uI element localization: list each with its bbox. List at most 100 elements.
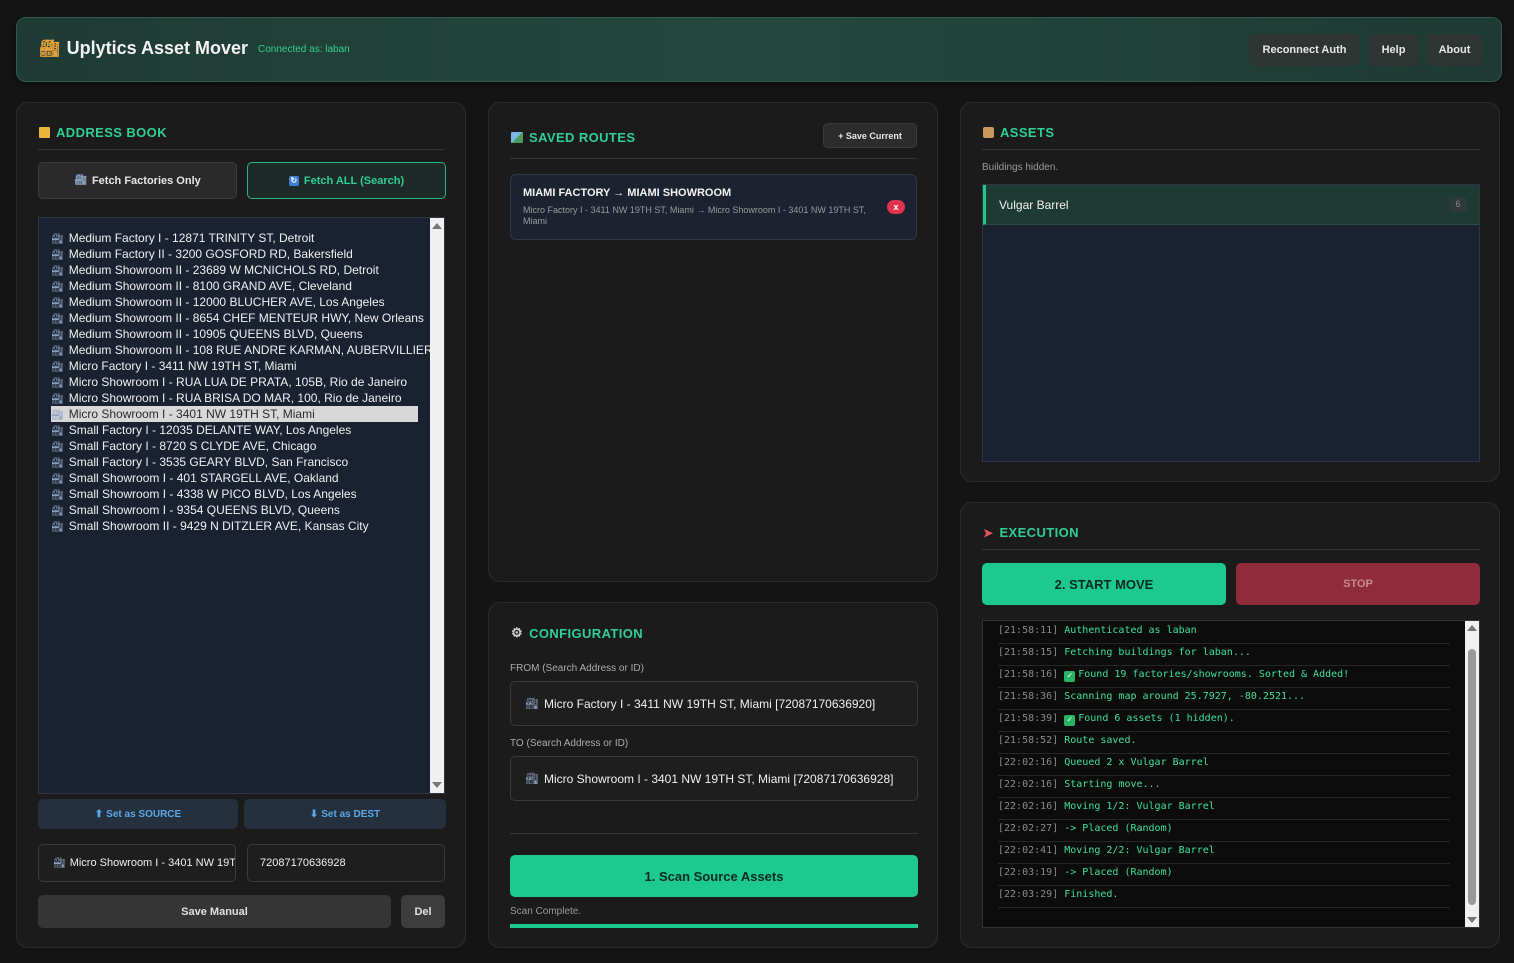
scan-progress-bar <box>510 924 918 928</box>
log-timestamp: [22:03:29] <box>998 889 1059 900</box>
arrow-up-icon: ⬆︎ <box>94 808 104 820</box>
scroll-up-arrow-icon[interactable] <box>1467 625 1477 631</box>
delete-route-button[interactable]: x <box>887 200 905 214</box>
address-list-item[interactable]: 🏭︎ Small Factory I - 8720 S CLYDE AVE, Ch… <box>51 438 418 454</box>
help-button[interactable]: Help <box>1369 34 1418 66</box>
factory-icon: 🏭︎ <box>525 698 539 710</box>
factory-icon: 🏭︎ <box>51 298 64 309</box>
reconnect-auth-button[interactable]: Reconnect Auth <box>1249 34 1360 66</box>
log-timestamp: [21:58:36] <box>998 691 1059 702</box>
address-listbox[interactable]: 🏭︎ Medium Factory I - 12871 TRINITY ST, D… <box>38 217 445 794</box>
route-card[interactable]: MIAMI FACTORY → MIAMI SHOWROOM Micro Fac… <box>510 174 917 240</box>
scroll-up-arrow-icon[interactable] <box>432 223 442 229</box>
divider <box>510 833 918 834</box>
manual-name-value: Micro Showroom I - 3401 NW 19TH ST, Miam… <box>69 857 236 869</box>
log-message: Moving 1/2: Vulgar Barrel <box>1064 801 1215 812</box>
fetch-all-label: Fetch ALL (Search) <box>303 174 405 187</box>
delete-manual-button[interactable]: Del <box>401 895 445 928</box>
address-list-item[interactable]: 🏭︎ Small Showroom II - 9429 N DITZLER AVE… <box>51 518 418 534</box>
address-list-item[interactable]: 🏭︎ Medium Showroom II - 10905 QUEENS BLVD… <box>51 326 418 342</box>
list-scrollbar[interactable] <box>430 218 444 793</box>
address-label: Micro Showroom I - RUA LUA DE PRATA, 105… <box>68 375 408 389</box>
address-list-item[interactable]: 🏭︎ Micro Showroom I - 3401 NW 19TH ST, Mi… <box>51 406 418 422</box>
log-message: Route saved. <box>1064 735 1137 746</box>
log-timestamp: [22:02:27] <box>998 823 1059 834</box>
address-list-item[interactable]: 🏭︎ Micro Showroom I - RUA LUA DE PRATA, 1… <box>51 374 418 390</box>
log-scrollbar[interactable] <box>1465 621 1479 927</box>
asset-row[interactable]: Vulgar Barrel 6 <box>983 185 1479 225</box>
address-list-item[interactable]: 🏭︎ Micro Factory I - 3411 NW 19TH ST, Mia… <box>51 358 418 374</box>
address-list-item[interactable]: 🏭︎ Medium Showroom II - 12000 BLUCHER AVE… <box>51 294 418 310</box>
address-label: Medium Factory I - 12871 TRINITY ST, Det… <box>68 231 315 245</box>
to-input[interactable]: 🏭︎ Micro Showroom I - 3401 NW 19TH ST, M… <box>510 756 918 801</box>
address-list-item[interactable]: 🏭︎ Medium Showroom II - 8654 CHEF MENTEUR… <box>51 310 424 326</box>
manual-name-field[interactable]: 🏭︎ Micro Showroom I - 3401 NW 19TH ST, M… <box>38 844 236 882</box>
address-list-item[interactable]: 🏭︎ Medium Showroom II - 23689 W MCNICHOLS… <box>51 262 418 278</box>
address-label: Micro Factory I - 3411 NW 19TH ST, Miami <box>68 359 297 373</box>
scan-status: Scan Complete. <box>510 906 582 917</box>
address-label: Medium Showroom II - 10905 QUEENS BLVD, … <box>68 327 363 341</box>
set-as-source-button[interactable]: ⬆︎ Set as SOURCE <box>38 799 238 829</box>
address-label: Micro Showroom I - RUA BRISA DO MAR, 100… <box>68 391 402 405</box>
set-source-label: Set as SOURCE <box>106 808 182 820</box>
address-list-item[interactable]: 🏭︎ Medium Factory II - 3200 GOSFORD RD, B… <box>51 246 418 262</box>
log-line: [21:58:16] ✓ Found 19 factories/showrooms… <box>998 666 1450 688</box>
execution-log: [21:58:11] Authenticated as laban [21:58:… <box>982 620 1480 928</box>
factory-icon: 🏭︎ <box>51 522 64 533</box>
address-list-item[interactable]: 🏭︎ Medium Showroom II - 108 RUE ANDRE KAR… <box>51 342 441 358</box>
address-list-item[interactable]: 🏭︎ Small Showroom I - 9354 QUEENS BLVD, Q… <box>51 502 418 518</box>
gear-icon: ⚙︎ <box>511 625 524 640</box>
address-list-item[interactable]: 🏭︎ Small Factory I - 12035 DELANTE WAY, L… <box>51 422 418 438</box>
log-message: Found 6 assets (1 hidden). <box>1078 713 1235 724</box>
log-timestamp: [22:02:16] <box>998 757 1059 768</box>
route-detail: Micro Factory I - 3411 NW 19TH ST, Miami… <box>523 205 866 226</box>
address-list-item[interactable]: 🏭︎ Small Showroom I - 4338 W PICO BLVD, L… <box>51 486 418 502</box>
log-timestamp: [21:58:15] <box>998 647 1059 658</box>
log-message: Scanning map around 25.7927, -80.2521... <box>1064 691 1306 702</box>
factory-icon: 🏭︎ <box>51 394 64 405</box>
address-label: Small Factory I - 12035 DELANTE WAY, Los… <box>68 423 352 437</box>
divider <box>982 149 1480 150</box>
log-message: Fetching buildings for laban... <box>1064 647 1251 658</box>
address-label: Medium Showroom II - 108 RUE ANDRE KARMA… <box>68 343 441 357</box>
factory-icon: 🏭︎ <box>51 490 64 501</box>
address-list-item[interactable]: 🏭︎ Medium Factory I - 12871 TRINITY ST, D… <box>51 230 418 246</box>
address-list-item[interactable]: 🏭︎ Small Factory I - 3535 GEARY BLVD, San… <box>51 454 418 470</box>
fetch-factories-label: Fetch Factories Only <box>91 174 201 187</box>
factory-icon: 🏭︎ <box>74 175 87 186</box>
from-value: Micro Factory I - 3411 NW 19TH ST, Miami… <box>543 696 876 711</box>
saved-routes-title: SAVED ROUTES <box>511 130 635 145</box>
start-move-button[interactable]: 2. START MOVE <box>982 563 1226 605</box>
refresh-icon: ↻ <box>288 175 299 186</box>
scan-source-assets-button[interactable]: 1. Scan Source Assets <box>510 855 918 897</box>
scroll-thumb[interactable] <box>1468 649 1476 905</box>
app-title: Uplytics Asset Mover <box>66 38 248 58</box>
factory-icon: 🏭︎ <box>51 474 64 485</box>
log-message: Queued 2 x Vulgar Barrel <box>1064 757 1209 768</box>
log-message: Moving 2/2: Vulgar Barrel <box>1064 845 1215 856</box>
factory-icon: 🏭︎ <box>51 250 64 261</box>
stop-button[interactable]: STOP <box>1236 563 1480 605</box>
address-list-item[interactable]: 🏭︎ Medium Showroom II - 8100 GRAND AVE, C… <box>51 278 418 294</box>
saved-routes-title-text: SAVED ROUTES <box>529 130 636 145</box>
divider <box>982 549 1480 550</box>
set-as-dest-button[interactable]: ⬇︎ Set as DEST <box>244 799 446 829</box>
address-list-item[interactable]: 🏭︎ Micro Showroom I - RUA BRISA DO MAR, 1… <box>51 390 418 406</box>
from-input[interactable]: 🏭︎ Micro Factory I - 3411 NW 19TH ST, Mi… <box>510 681 918 726</box>
save-manual-button[interactable]: Save Manual <box>38 895 391 928</box>
address-label: Medium Showroom II - 8654 CHEF MENTEUR H… <box>68 311 424 325</box>
log-line: [22:02:41] Moving 2/2: Vulgar Barrel <box>998 842 1450 864</box>
rocket-icon: ➤ <box>983 525 994 540</box>
fetch-all-button[interactable]: ↻ Fetch ALL (Search) <box>247 162 446 199</box>
scroll-down-arrow-icon[interactable] <box>432 782 442 788</box>
fetch-factories-button[interactable]: 🏭︎ Fetch Factories Only <box>38 162 237 199</box>
configuration-title-text: CONFIGURATION <box>529 625 644 641</box>
about-button[interactable]: About <box>1427 34 1482 66</box>
factory-icon: 🏭︎ <box>51 426 64 437</box>
save-current-route-button[interactable]: + Save Current <box>823 123 917 148</box>
manual-id-field[interactable]: 72087170636928 <box>247 844 445 882</box>
address-list-item[interactable]: 🏭︎ Small Showroom I - 401 STARGELL AVE, O… <box>51 470 418 486</box>
scroll-down-arrow-icon[interactable] <box>1467 917 1477 923</box>
connection-status: Connected as: laban <box>258 44 350 55</box>
address-book-title: ADDRESS BOOK <box>39 125 167 140</box>
